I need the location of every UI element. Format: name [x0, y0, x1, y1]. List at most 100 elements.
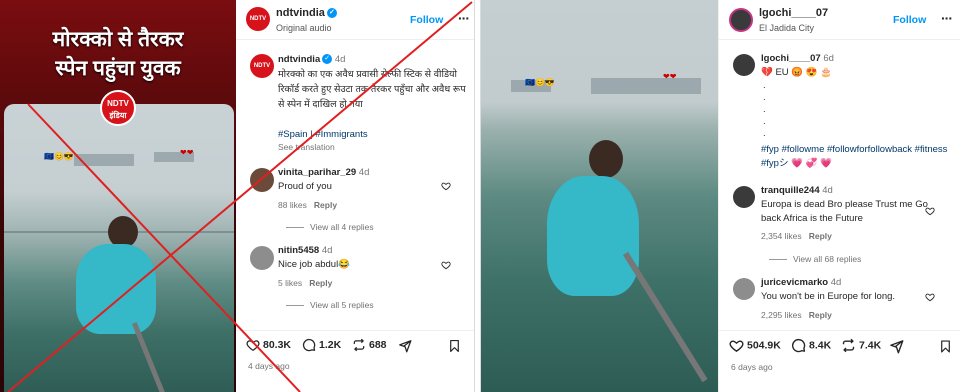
like-comment-heart-icon[interactable] — [925, 292, 935, 302]
comment-bubble-icon — [792, 338, 806, 353]
reply-button[interactable]: Reply — [309, 278, 332, 288]
caption-hashtags[interactable]: #fyp #followme #followforfollowback #fit… — [761, 143, 953, 171]
comment-count: 8.4K — [809, 339, 832, 352]
post-time-ago: 4 days ago — [248, 361, 290, 371]
comment-2: nitin5458 4d — [278, 244, 448, 258]
heart-icon — [729, 340, 744, 352]
caption-age: 6d — [823, 53, 834, 64]
verified-badge-icon: ✓ — [322, 54, 333, 65]
comment-likes[interactable]: 5 likes — [278, 278, 302, 288]
comment-avatar[interactable] — [733, 278, 755, 300]
reply-button[interactable]: Reply — [809, 231, 832, 241]
caption-block: lgochi____07 6d — [761, 52, 951, 66]
swimmer-body — [76, 244, 156, 334]
ndtv-avatar[interactable]: NDTV — [246, 7, 270, 31]
comment-1: tranquille244 4d — [761, 184, 931, 198]
more-options-icon[interactable]: ··· — [941, 10, 953, 26]
comment-age: 4d — [822, 185, 833, 196]
like-action[interactable]: 504.9K — [729, 338, 781, 353]
reel-title-line-2: स्पेन पहुंचा युवक — [55, 57, 181, 80]
post-action-bar: 504.9K 8.4K 7.4K — [719, 330, 960, 360]
caption-username[interactable]: ndtvindia — [278, 54, 320, 65]
comment-avatar[interactable] — [250, 246, 274, 270]
send-icon[interactable] — [398, 339, 412, 353]
comment-age: 4d — [830, 277, 842, 288]
comment-likes[interactable]: 88 likes — [278, 200, 307, 210]
comment-username[interactable]: nitin5458 — [278, 245, 319, 256]
reply-button[interactable]: Reply — [809, 310, 832, 320]
comment-2: juricevicmarko 4d — [761, 276, 931, 290]
save-bookmark-icon[interactable] — [939, 339, 952, 354]
share-action[interactable]: 688 — [352, 338, 387, 352]
right-reel-panel: 🇪🇺😊😎 ❤❤ lgochi____07 El Jadida City Foll… — [480, 0, 960, 392]
comment-text: Proud of you — [278, 181, 332, 192]
right-reel-media[interactable]: 🇪🇺😊😎 ❤❤ — [481, 0, 718, 392]
see-translation-link[interactable]: See translation — [278, 142, 335, 152]
repost-icon — [353, 338, 365, 352]
more-options-icon[interactable]: ··· — [458, 10, 470, 26]
comment-age: 4d — [321, 245, 333, 256]
left-post-header: NDTV ndtvindia ✓ Original audio Follow ··… — [236, 0, 474, 40]
share-action[interactable]: 7.4K — [841, 338, 881, 353]
selfie-stick — [132, 322, 167, 392]
caption-text: मोरक्को का एक अवैध प्रवासी सेल्फी स्टिक … — [278, 69, 466, 110]
reel-title-line-1: मोरक्को से तैरकर — [52, 28, 184, 51]
repost-icon — [842, 338, 855, 353]
comment-action[interactable]: 8.4K — [791, 338, 831, 353]
caption-avatar[interactable] — [733, 54, 755, 76]
header-audio[interactable]: Original audio — [276, 23, 332, 33]
view-replies-link[interactable]: View all 4 replies — [286, 222, 374, 232]
caption-username[interactable]: lgochi____07 — [761, 53, 821, 64]
caption-hashtags[interactable]: #Spain | #Immigrants — [278, 128, 468, 142]
post-time-ago: 6 days ago — [731, 362, 773, 372]
right-sidebar: lgochi____07 El Jadida City Follow ··· l… — [718, 0, 960, 392]
verified-badge-icon: ✓ — [326, 8, 337, 19]
follow-button[interactable]: Follow — [893, 14, 926, 26]
comment-username[interactable]: juricevicmarko — [761, 277, 828, 288]
left-reel-media[interactable]: मोरक्को से तैरकर स्पेन पहुंचा युवक 🇪🇺😊😎 … — [0, 0, 236, 392]
reply-button[interactable]: Reply — [314, 200, 337, 210]
lgochi-avatar[interactable] — [729, 8, 753, 32]
send-icon[interactable] — [889, 339, 904, 354]
caption-dots: . . . . . — [763, 80, 766, 139]
comment-count: 1.2K — [319, 338, 342, 351]
comment-text: You won't be in Europe for long. — [761, 291, 896, 302]
save-bookmark-icon[interactable] — [448, 339, 461, 353]
comment-text: Nice job abdul😂 — [278, 259, 351, 270]
caption-text: 💔 EU 😡 😍 🎂 — [761, 67, 833, 78]
view-replies-link[interactable]: View all 68 replies — [769, 254, 861, 264]
header-location[interactable]: El Jadida City — [759, 23, 814, 33]
caption-block: ndtvindia ✓ 4d — [278, 53, 468, 67]
like-comment-heart-icon[interactable] — [441, 181, 451, 191]
comment-avatar[interactable] — [250, 168, 274, 192]
heart-icon — [246, 340, 260, 352]
left-reel-panel: मोरक्को से तैरकर स्पेन पहुंचा युवक 🇪🇺😊😎 … — [0, 0, 475, 392]
comment-username[interactable]: vinita_parihar_29 — [278, 167, 356, 178]
reel-video-frame[interactable]: 🇪🇺😊😎 ❤❤ — [4, 104, 234, 392]
comment-likes[interactable]: 2,295 likes — [761, 310, 802, 320]
comment-username[interactable]: tranquille244 — [761, 185, 820, 196]
comment-avatar[interactable] — [733, 186, 755, 208]
ndtv-logo: NDTV इंडिया — [100, 90, 136, 126]
header-username[interactable]: lgochi____07 — [759, 7, 828, 19]
share-count: 688 — [369, 338, 387, 351]
caption-age: 4d — [334, 54, 346, 65]
post-action-bar: 80.3K 1.2K 688 — [236, 330, 474, 360]
comment-bubble-icon — [302, 338, 316, 352]
follow-button[interactable]: Follow — [410, 14, 443, 26]
comment-likes[interactable]: 2,354 likes — [761, 231, 802, 241]
caption-avatar[interactable]: NDTV — [250, 54, 274, 78]
like-comment-heart-icon[interactable] — [441, 260, 451, 270]
like-action[interactable]: 80.3K — [246, 338, 291, 352]
like-comment-heart-icon[interactable] — [925, 206, 935, 216]
comment-action[interactable]: 1.2K — [302, 338, 341, 352]
reel-video-frame[interactable]: 🇪🇺😊😎 ❤❤ — [481, 0, 718, 392]
comment-text: Europa is dead Bro please Trust me Go ba… — [761, 199, 928, 224]
comment-1: vinita_parihar_29 4d — [278, 166, 448, 180]
left-sidebar: NDTV ndtvindia ✓ Original audio Follow ··… — [236, 0, 474, 392]
swimmer-head — [589, 140, 623, 178]
comment-age: 4d — [358, 167, 370, 178]
view-replies-link[interactable]: View all 5 replies — [286, 300, 374, 310]
header-username[interactable]: ndtvindia — [276, 7, 325, 19]
swimmer-body — [547, 176, 639, 296]
